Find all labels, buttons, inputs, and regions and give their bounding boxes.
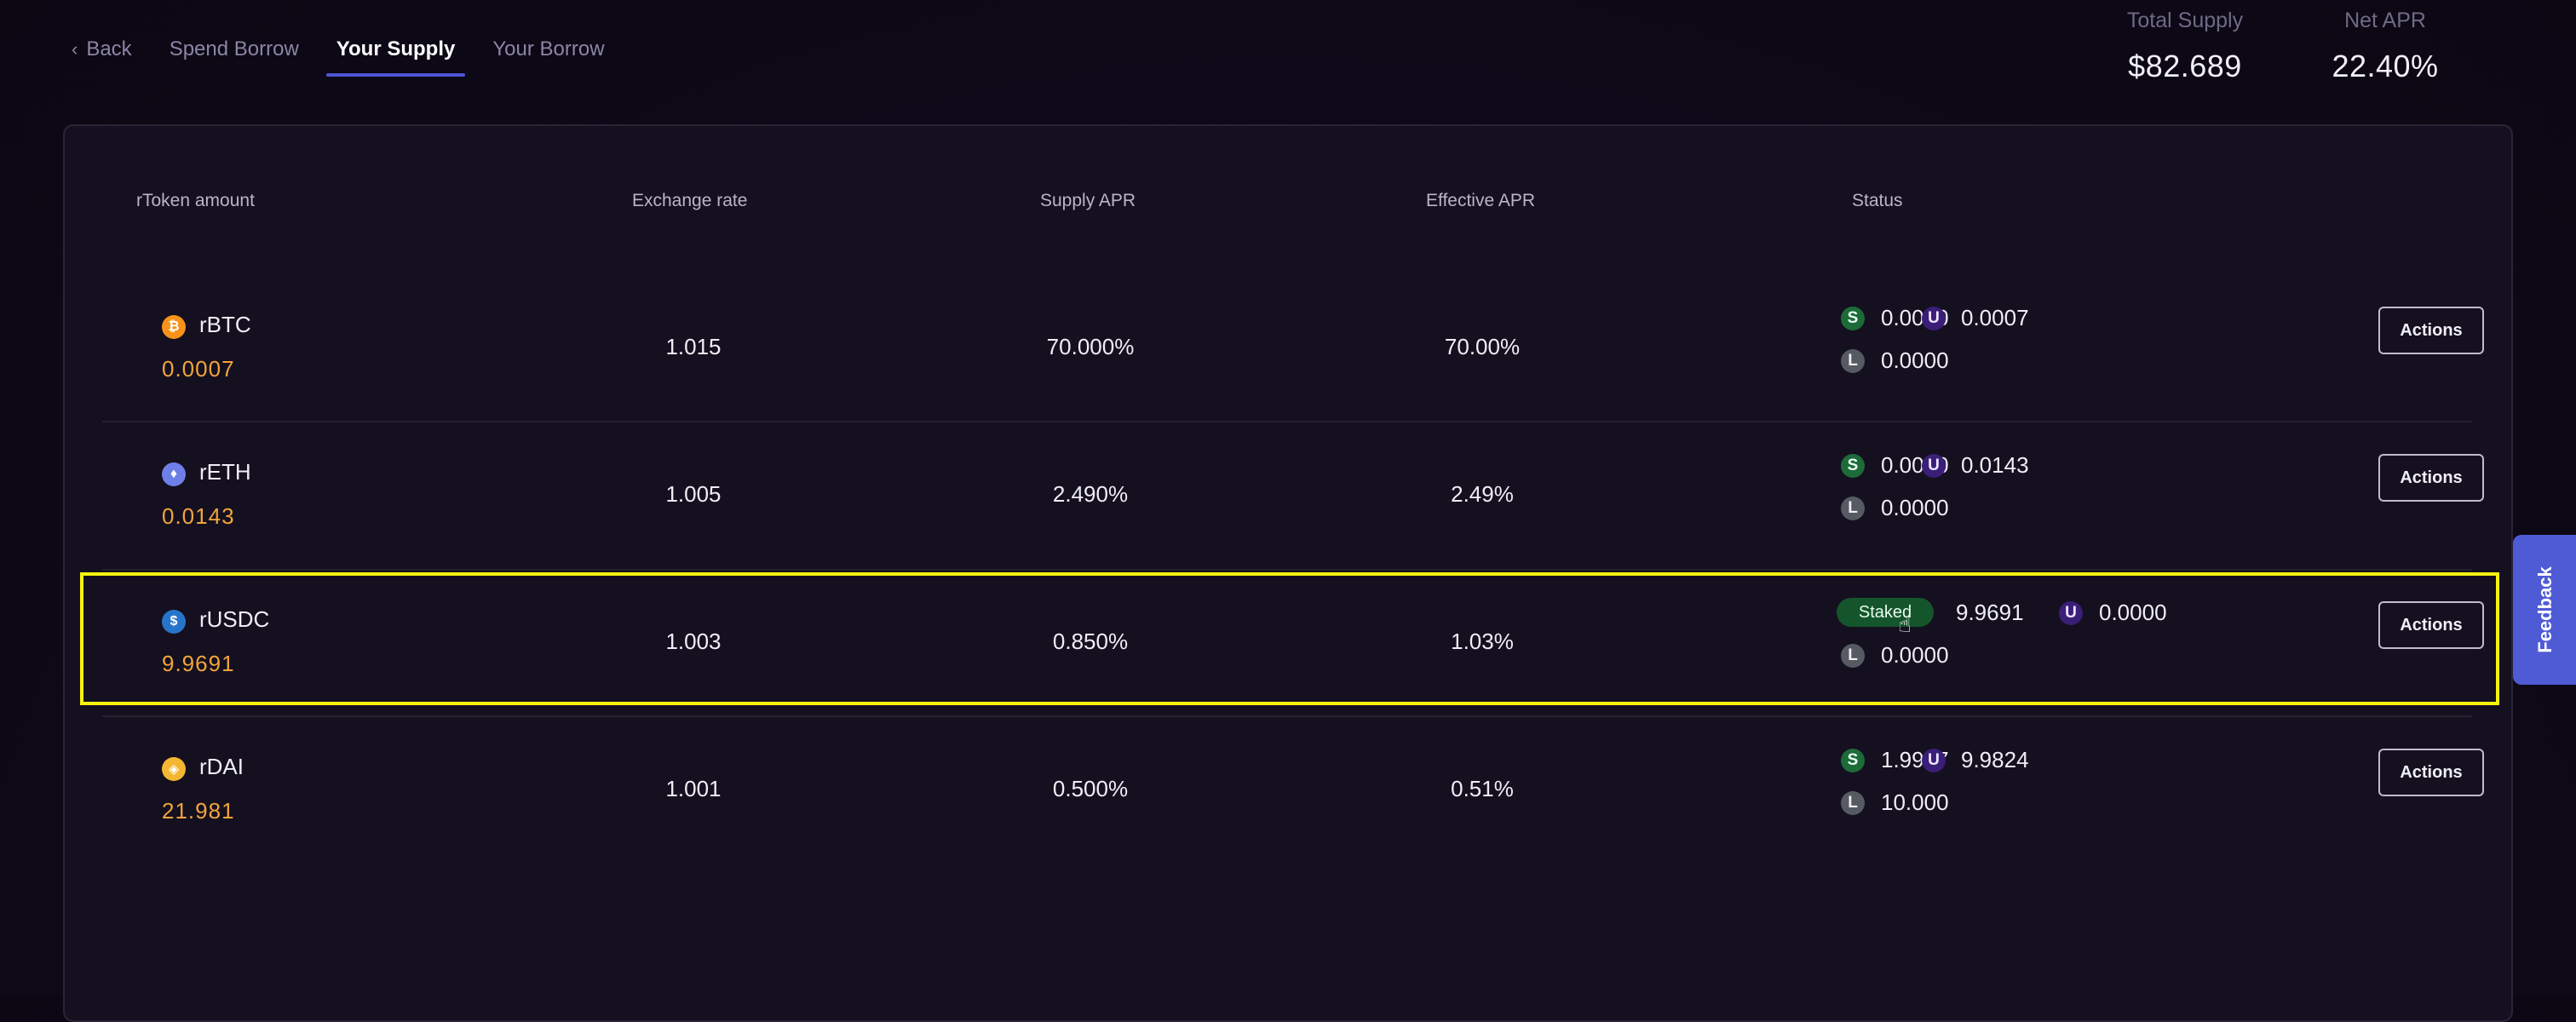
token-amount: 21.981 xyxy=(162,798,235,824)
tab-your-borrow[interactable]: Your Borrow xyxy=(492,37,604,77)
bitcoin-icon: ₿ xyxy=(162,315,186,339)
table-row: ♦ rETH 0.0143 1.005 2.490% 2.49% S 0.000… xyxy=(102,410,2533,556)
ethereum-icon: ♦ xyxy=(162,462,186,486)
exchange-rate: 1.001 xyxy=(665,776,722,801)
back-label: Back xyxy=(86,37,132,60)
net-apr-label: Net APR xyxy=(2344,9,2426,32)
token-name: rBTC xyxy=(199,312,251,337)
actions-button[interactable]: Actions xyxy=(2378,307,2484,354)
token-amount: 0.0007 xyxy=(162,356,235,382)
locked-value: 0.0000 xyxy=(1881,495,1949,520)
actions-button[interactable]: Actions xyxy=(2378,749,2484,796)
table-row: ₿ rBTC 0.0007 1.015 70.000% 70.00% S 0.0… xyxy=(102,262,2533,409)
unstaked-badge: U xyxy=(1922,307,1946,330)
total-supply-value: $82.689 xyxy=(2128,49,2242,83)
feedback-label: Feedback xyxy=(2534,566,2556,653)
feedback-tab[interactable]: Feedback xyxy=(2513,535,2576,685)
unstaked-badge: U xyxy=(1922,454,1946,478)
supply-apr: 2.490% xyxy=(1052,481,1129,507)
total-supply-label: Total Supply xyxy=(2126,9,2244,32)
net-apr-value: 22.40% xyxy=(2332,49,2439,83)
effective-apr: 2.49% xyxy=(1451,481,1514,507)
header-status: Status xyxy=(1852,191,1903,210)
total-supply-stat: Total Supply $82.689 xyxy=(2096,9,2274,84)
header-rtoken-amount: rToken amount xyxy=(136,191,255,210)
header-supply-apr: Supply APR xyxy=(1040,191,1136,210)
chevron-left-icon: ‹ xyxy=(72,38,78,60)
locked-badge: L xyxy=(1841,497,1865,520)
locked-badge: L xyxy=(1841,791,1865,815)
token-amount: 0.0143 xyxy=(162,503,235,529)
row-highlight xyxy=(80,572,2499,705)
staked-badge: S xyxy=(1841,454,1865,478)
staked-badge: S xyxy=(1841,307,1865,330)
top-nav: ‹ Back Spend Borrow Your Supply Your Bor… xyxy=(72,37,642,87)
effective-apr: 70.00% xyxy=(1444,334,1521,359)
supply-apr: 70.000% xyxy=(1046,334,1135,359)
locked-value: 10.000 xyxy=(1881,789,1949,815)
tab-your-supply[interactable]: Your Supply xyxy=(325,37,465,77)
unstaked-badge: U xyxy=(1922,749,1946,772)
unstaked-value: 0.0143 xyxy=(1961,452,2029,478)
unstaked-value: 9.9824 xyxy=(1961,747,2029,772)
exchange-rate: 1.015 xyxy=(665,334,722,359)
tab-spend-borrow[interactable]: Spend Borrow xyxy=(170,37,299,77)
locked-badge: L xyxy=(1841,349,1865,373)
unstaked-value: 0.0007 xyxy=(1961,305,2029,330)
token-name: rDAI xyxy=(199,754,244,779)
exchange-rate: 1.005 xyxy=(665,481,722,507)
locked-value: 0.0000 xyxy=(1881,347,1949,373)
token-name: rETH xyxy=(199,459,251,485)
dai-icon: ◈ xyxy=(162,757,186,781)
table-row: ◈ rDAI 21.981 1.001 0.500% 0.51% S 1.998… xyxy=(102,704,2533,851)
actions-button[interactable]: Actions xyxy=(2378,454,2484,502)
staked-badge: S xyxy=(1841,749,1865,772)
effective-apr: 0.51% xyxy=(1451,776,1514,801)
net-apr-stat: Net APR 22.40% xyxy=(2317,9,2453,84)
back-link[interactable]: ‹ Back xyxy=(72,37,132,77)
header-effective-apr: Effective APR xyxy=(1426,191,1536,210)
header-exchange-rate: Exchange rate xyxy=(632,191,748,210)
supply-apr: 0.500% xyxy=(1052,776,1129,801)
